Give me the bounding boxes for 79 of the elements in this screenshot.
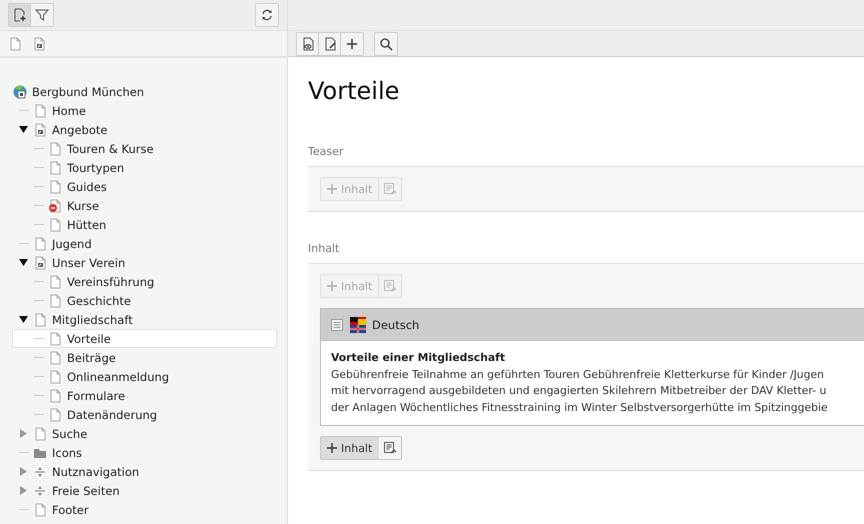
page-icon: [33, 312, 47, 326]
plus-icon: [345, 36, 359, 50]
refresh-button[interactable]: [256, 4, 278, 26]
tree-item[interactable]: Tourtypen: [12, 158, 277, 177]
page-title: Vorteile: [308, 77, 400, 105]
tree-item[interactable]: Vereinsführung: [12, 272, 277, 291]
plus-icon: [327, 281, 337, 291]
separator-icon: [33, 464, 47, 478]
tree-item[interactable]: Hütten: [12, 215, 277, 234]
tree-item[interactable]: Icons: [12, 443, 277, 462]
tree-item[interactable]: Datenänderung: [12, 405, 277, 424]
page-preview-icon: [300, 36, 314, 50]
tree-item[interactable]: Formulare: [12, 386, 277, 405]
new-page-button[interactable]: [9, 4, 31, 26]
tree-item[interactable]: Vorteile: [12, 329, 277, 348]
plus-icon: [327, 443, 337, 453]
page-icon: [48, 388, 62, 402]
add-content-button[interactable]: Inhalt: [321, 437, 380, 459]
tree-item[interactable]: Mitgliedschaft: [12, 310, 277, 329]
paste-icon: [383, 279, 398, 293]
tree-item[interactable]: Guides: [12, 177, 277, 196]
page-icon: [48, 332, 62, 346]
page-icon: [33, 426, 47, 440]
shortcut-page-icon: [32, 36, 46, 50]
globe-icon: [13, 84, 27, 98]
tree-item[interactable]: Freie Seiten: [12, 481, 277, 500]
refresh-icon: [260, 8, 274, 22]
search-button[interactable]: [375, 32, 397, 54]
tree-item[interactable]: Home: [12, 101, 277, 120]
page-icon: [33, 104, 47, 118]
body-text-line: mit hervorragend ausgebildeten und engagierten Skilehrern Mitbetreiber der DAV Kletter- u: [331, 383, 828, 399]
filter-icon: [35, 8, 49, 22]
tree-item[interactable]: Geschichte: [12, 291, 277, 310]
shortcut-page-type[interactable]: [32, 36, 46, 50]
new-page-icon: [12, 8, 26, 22]
page-icon: [48, 180, 62, 194]
shortcut-page-icon: [33, 122, 47, 136]
text-element-icon: [330, 318, 344, 332]
search-icon: [379, 36, 393, 50]
tree-item[interactable]: Suche: [12, 424, 277, 443]
language-label: Deutsch: [372, 318, 420, 332]
tree-item[interactable]: Footer: [12, 500, 277, 519]
tree-item[interactable]: Unser Verein: [12, 253, 277, 272]
page-icon: [48, 350, 62, 364]
body-text-line: der Anlagen Wöchentliches Fitnesstraining im Winter Selbstversorgerhütte im Spitzinggebie: [331, 400, 829, 416]
page-icon: [48, 274, 62, 288]
tree-item[interactable]: Nutznavigation: [12, 462, 277, 481]
page-icon: [33, 236, 47, 250]
paste-icon: [383, 441, 398, 455]
caret-icon[interactable]: [19, 315, 28, 324]
tree-item[interactable]: Jugend: [12, 234, 277, 253]
tree-item[interactable]: Touren & Kurse: [12, 139, 277, 158]
page-edit-icon: [322, 36, 336, 50]
page-icon: [48, 294, 62, 308]
hidden-page-icon: [48, 198, 62, 212]
caret-icon[interactable]: [19, 258, 28, 267]
shortcut-page-icon: [33, 256, 47, 270]
body-text-line: Gebührenfreie Teilnahme an geführten Touren Gebührenfreie Kletterkurse für Kinder /Jugen: [331, 366, 825, 382]
column-title: Inhalt: [308, 242, 340, 255]
column-title: Teaser: [308, 145, 344, 158]
tree-item[interactable]: Kurse: [12, 196, 277, 215]
paste-icon: [383, 182, 398, 196]
element-heading: Vorteile einer Mitgliedschaft: [331, 350, 506, 366]
tree-item[interactable]: Beiträge: [12, 348, 277, 367]
page-icon: [33, 502, 47, 516]
tree-item[interactable]: Angebote: [12, 120, 277, 139]
tree-item[interactable]: Bergbund München: [12, 82, 277, 101]
page-icon: [48, 408, 62, 422]
separator-icon: [33, 484, 47, 498]
page-icon: [48, 218, 62, 232]
plus-icon: [327, 184, 337, 194]
page-icon: [48, 160, 62, 174]
page-icon: [48, 142, 62, 156]
view-button[interactable]: [297, 32, 319, 54]
caret-icon[interactable]: [19, 125, 28, 134]
page-icon: [8, 36, 22, 50]
tree-item[interactable]: Onlineanmeldung: [12, 367, 277, 386]
flag-icon: [350, 316, 366, 332]
page-icon: [48, 370, 62, 384]
